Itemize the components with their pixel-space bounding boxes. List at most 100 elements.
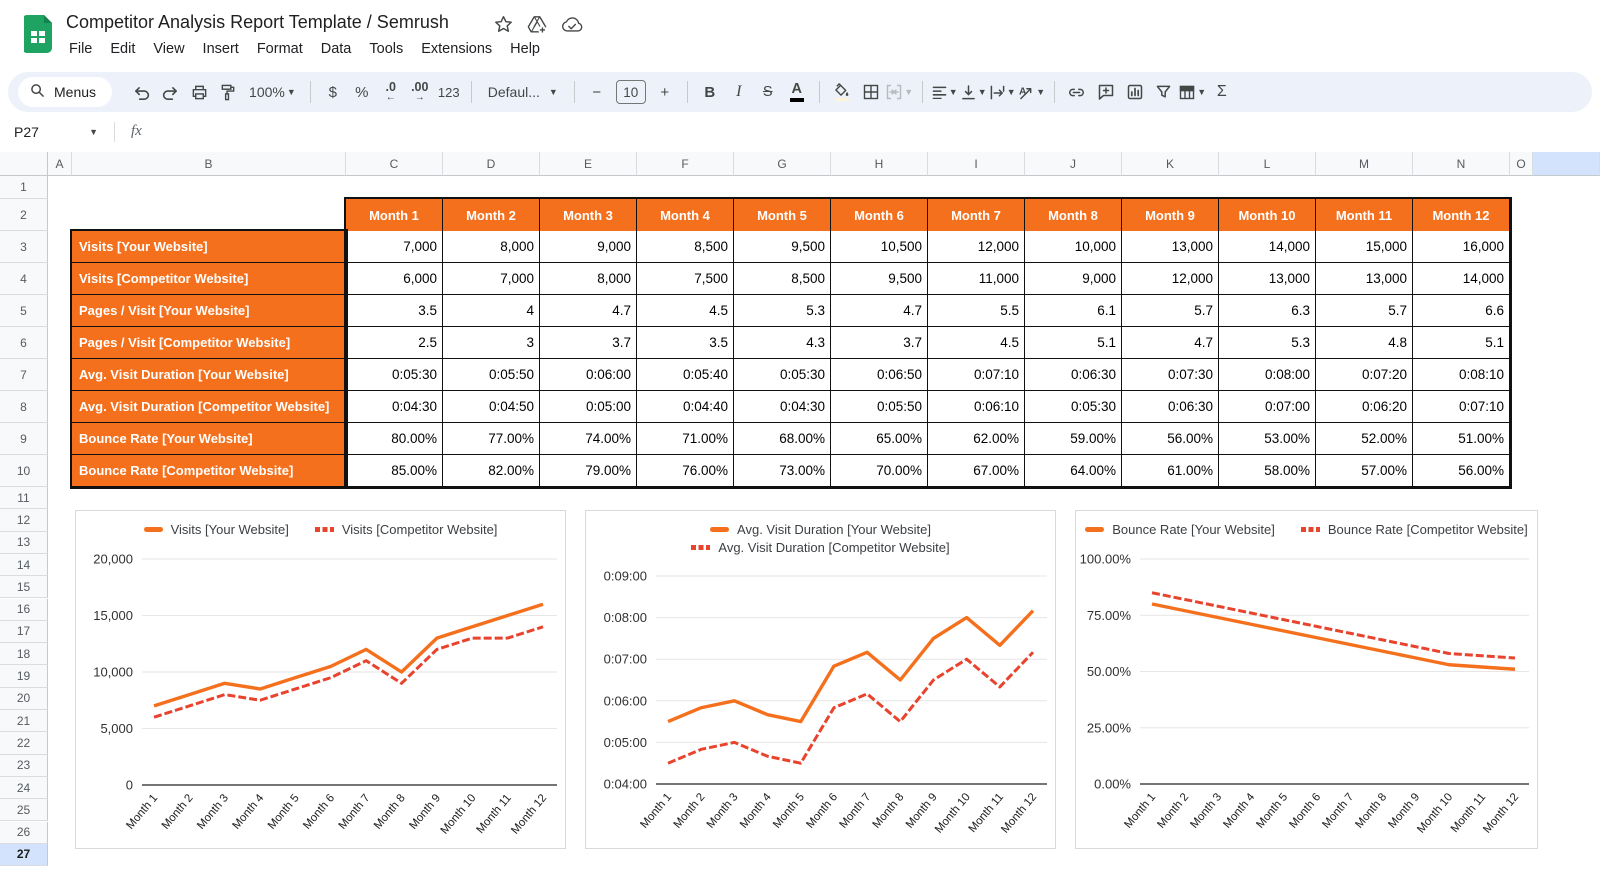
column-header-I[interactable]: I [928, 152, 1025, 176]
month-header-cell[interactable]: Month 7 [928, 199, 1025, 231]
metric-label-cell[interactable]: Bounce Rate [Your Website] [72, 423, 346, 455]
menu-extensions[interactable]: Extensions [412, 38, 501, 60]
metric-value-cell[interactable]: 56.00% [1413, 455, 1510, 487]
functions-button[interactable]: Σ [1208, 78, 1236, 106]
month-header-cell[interactable]: Month 9 [1122, 199, 1219, 231]
create-filter-button[interactable] [1150, 78, 1178, 106]
metric-value-cell[interactable]: 79.00% [540, 455, 637, 487]
metric-value-cell[interactable]: 0:05:40 [637, 359, 734, 391]
metric-value-cell[interactable]: 13,000 [1122, 231, 1219, 263]
row-header-11[interactable]: 11 [0, 487, 48, 510]
metric-value-cell[interactable]: 15,000 [1316, 231, 1413, 263]
chart-card-bounce-rate[interactable]: Bounce Rate [Your Website] Bounce Rate [C… [1075, 510, 1538, 849]
month-header-cell[interactable]: Month 10 [1219, 199, 1316, 231]
row-header-13[interactable]: 13 [0, 531, 48, 554]
month-header-cell[interactable]: Month 12 [1413, 199, 1510, 231]
month-header-cell[interactable]: Month 11 [1316, 199, 1413, 231]
metric-value-cell[interactable]: 0:07:00 [1219, 391, 1316, 423]
metric-value-cell[interactable]: 16,000 [1413, 231, 1510, 263]
metric-value-cell[interactable]: 9,000 [540, 231, 637, 263]
metric-value-cell[interactable]: 5.3 [1219, 327, 1316, 359]
metric-value-cell[interactable]: 58.00% [1219, 455, 1316, 487]
metric-value-cell[interactable]: 0:07:10 [928, 359, 1025, 391]
row-header-8[interactable]: 8 [0, 391, 48, 423]
column-header-J[interactable]: J [1025, 152, 1122, 176]
column-header-B[interactable]: B [72, 152, 346, 176]
insert-link-button[interactable] [1063, 78, 1091, 106]
metric-value-cell[interactable]: 5.1 [1413, 327, 1510, 359]
metric-value-cell[interactable]: 6.6 [1413, 295, 1510, 327]
column-header-C[interactable]: C [346, 152, 443, 176]
row-header-21[interactable]: 21 [0, 710, 48, 733]
metric-value-cell[interactable]: 5.3 [734, 295, 831, 327]
italic-button[interactable]: I [725, 78, 753, 106]
column-header-N[interactable]: N [1413, 152, 1510, 176]
vertical-align-button[interactable]: ▼ [960, 78, 988, 106]
column-header-E[interactable]: E [540, 152, 637, 176]
row-header-3[interactable]: 3 [0, 231, 48, 263]
metric-value-cell[interactable]: 0:08:00 [1219, 359, 1316, 391]
text-wrapping-button[interactable]: ▼ [989, 78, 1017, 106]
menu-file[interactable]: File [60, 38, 101, 60]
metric-value-cell[interactable]: 9,000 [1025, 263, 1122, 295]
metric-value-cell[interactable]: 74.00% [540, 423, 637, 455]
decrease-decimal-button[interactable]: .0 ← [377, 78, 405, 106]
month-header-cell[interactable]: Month 1 [346, 199, 443, 231]
metric-value-cell[interactable]: 8,000 [540, 263, 637, 295]
row-header-27[interactable]: 27 [0, 843, 48, 867]
metric-value-cell[interactable]: 71.00% [637, 423, 734, 455]
metric-value-cell[interactable]: 14,000 [1413, 263, 1510, 295]
metric-value-cell[interactable]: 85.00% [346, 455, 443, 487]
metric-label-cell[interactable]: Pages / Visit [Competitor Website] [72, 327, 346, 359]
metric-value-cell[interactable]: 76.00% [637, 455, 734, 487]
menu-edit[interactable]: Edit [101, 38, 144, 60]
metric-value-cell[interactable]: 7,500 [637, 263, 734, 295]
metric-value-cell[interactable]: 5.5 [928, 295, 1025, 327]
fill-color-button[interactable] [828, 78, 856, 106]
month-header-cell[interactable]: Month 8 [1025, 199, 1122, 231]
column-header-P-selected[interactable] [1533, 152, 1600, 176]
column-header-D[interactable]: D [443, 152, 540, 176]
metric-value-cell[interactable]: 0:06:20 [1316, 391, 1413, 423]
row-header-25[interactable]: 25 [0, 799, 48, 822]
metric-value-cell[interactable]: 0:06:30 [1025, 359, 1122, 391]
metric-label-cell[interactable]: Visits [Your Website] [72, 231, 346, 263]
metric-value-cell[interactable]: 0:05:50 [831, 391, 928, 423]
metric-value-cell[interactable]: 3.5 [637, 327, 734, 359]
metric-value-cell[interactable]: 4.3 [734, 327, 831, 359]
month-header-cell[interactable]: Month 3 [540, 199, 637, 231]
metric-value-cell[interactable]: 8,500 [734, 263, 831, 295]
metric-value-cell[interactable]: 0:07:10 [1413, 391, 1510, 423]
metric-value-cell[interactable]: 62.00% [928, 423, 1025, 455]
paint-format-icon[interactable] [214, 78, 242, 106]
font-family-select[interactable]: Defaul... ▼ [480, 84, 566, 100]
chart-card-avg-visit-duration[interactable]: Avg. Visit Duration [Your Website] Avg. V… [585, 510, 1056, 849]
column-header-L[interactable]: L [1219, 152, 1316, 176]
row-header-14[interactable]: 14 [0, 553, 48, 577]
metric-value-cell[interactable]: 0:08:10 [1413, 359, 1510, 391]
row-header-22[interactable]: 22 [0, 732, 48, 755]
sheets-logo-icon[interactable] [22, 15, 52, 53]
format-currency-button[interactable]: $ [319, 78, 347, 106]
metric-value-cell[interactable]: 0:05:30 [346, 359, 443, 391]
metric-value-cell[interactable]: 53.00% [1219, 423, 1316, 455]
month-header-cell[interactable]: Month 4 [637, 199, 734, 231]
row-header-18[interactable]: 18 [0, 643, 48, 666]
column-header-K[interactable]: K [1122, 152, 1219, 176]
metric-value-cell[interactable]: 61.00% [1122, 455, 1219, 487]
row-header-7[interactable]: 7 [0, 359, 48, 391]
metric-value-cell[interactable]: 10,500 [831, 231, 928, 263]
menus-search-button[interactable]: Menus [18, 77, 113, 107]
metric-value-cell[interactable]: 0:07:30 [1122, 359, 1219, 391]
row-header-6[interactable]: 6 [0, 327, 48, 359]
metric-value-cell[interactable]: 0:06:10 [928, 391, 1025, 423]
metric-value-cell[interactable]: 13,000 [1219, 263, 1316, 295]
format-percent-button[interactable]: % [348, 78, 376, 106]
metric-value-cell[interactable]: 11,000 [928, 263, 1025, 295]
row-header-16[interactable]: 16 [0, 598, 48, 621]
metric-value-cell[interactable]: 64.00% [1025, 455, 1122, 487]
merge-cells-button[interactable]: ▼ [886, 78, 914, 106]
metric-value-cell[interactable]: 14,000 [1219, 231, 1316, 263]
increase-decimal-button[interactable]: .00 → [406, 78, 434, 106]
metric-value-cell[interactable]: 4.5 [928, 327, 1025, 359]
